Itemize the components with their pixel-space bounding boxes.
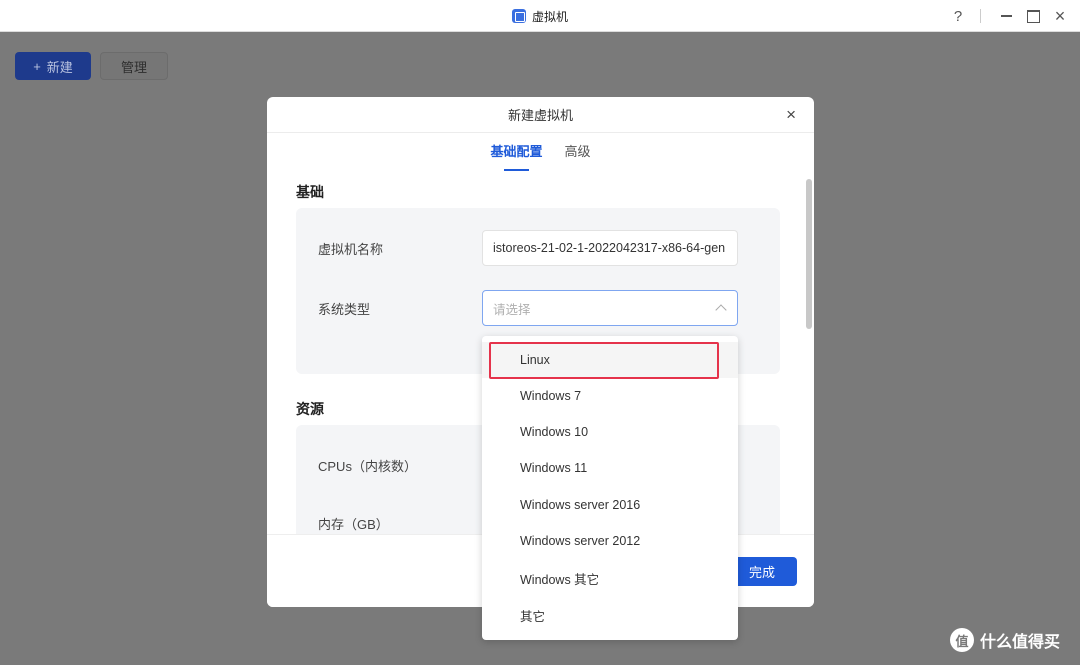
option-windows-server-2016[interactable]: Windows server 2016 [482,487,738,523]
system-type-label: 系统类型 [318,302,371,317]
system-type-placeholder: 请选择 [493,302,531,317]
option-other[interactable]: 其它 [482,597,738,633]
new-vm-label: 新建 [46,59,73,75]
dialog-title: 新建虚拟机 [267,97,814,133]
watermark-logo-icon: 值 [950,628,974,652]
window-close-icon[interactable]: × [1048,4,1072,28]
help-icon[interactable]: ? [946,4,970,28]
plus-icon: + [33,58,41,74]
system-type-select[interactable]: 请选择 [482,290,738,326]
maximize-icon[interactable] [1021,4,1045,28]
vm-name-input[interactable]: istoreos-21-02-1-2022042317-x86-64-gen [482,230,738,266]
highlight-annotation-box [489,342,719,379]
vm-app-icon [511,9,526,23]
dialog-close-icon[interactable]: × [786,106,796,123]
watermark-text: 什么值得买 [980,634,1061,651]
vm-toolbar: + 新建 管理 [15,52,168,80]
option-windows-7[interactable]: Windows 7 [482,378,738,414]
tab-basic-config[interactable]: 基础配置 [490,141,543,171]
window-title: 虚拟机 [531,9,568,24]
new-vm-button[interactable]: + 新建 [15,52,91,80]
cpu-label: CPUs（内核数） [318,459,417,474]
option-windows-11[interactable]: Windows 11 [482,450,738,486]
option-windows-server-2012[interactable]: Windows server 2012 [482,523,738,559]
section-title-basic: 基础 [296,184,324,200]
option-windows-10[interactable]: Windows 10 [482,414,738,450]
tab-advanced[interactable]: 高级 [565,141,591,169]
memory-label: 内存（GB） [318,517,389,532]
chevron-up-icon [715,304,727,316]
window-title-group: 虚拟机 [0,0,1080,32]
titlebar-divider [980,9,981,23]
window-titlebar: 虚拟机 ? × [0,0,1080,32]
option-windows-other[interactable]: Windows 其它 [482,560,738,596]
dialog-tabs: 基础配置 高级 [267,141,814,171]
dialog-scrollbar[interactable] [806,179,812,329]
section-title-resources: 资源 [296,401,324,417]
watermark: 值 什么值得买 [950,628,1060,652]
minimize-icon[interactable] [994,4,1018,28]
system-type-dropdown: Linux Windows 7 Windows 10 Windows 11 Wi… [482,336,738,640]
vm-name-label: 虚拟机名称 [318,242,384,257]
manage-button[interactable]: 管理 [100,52,168,80]
